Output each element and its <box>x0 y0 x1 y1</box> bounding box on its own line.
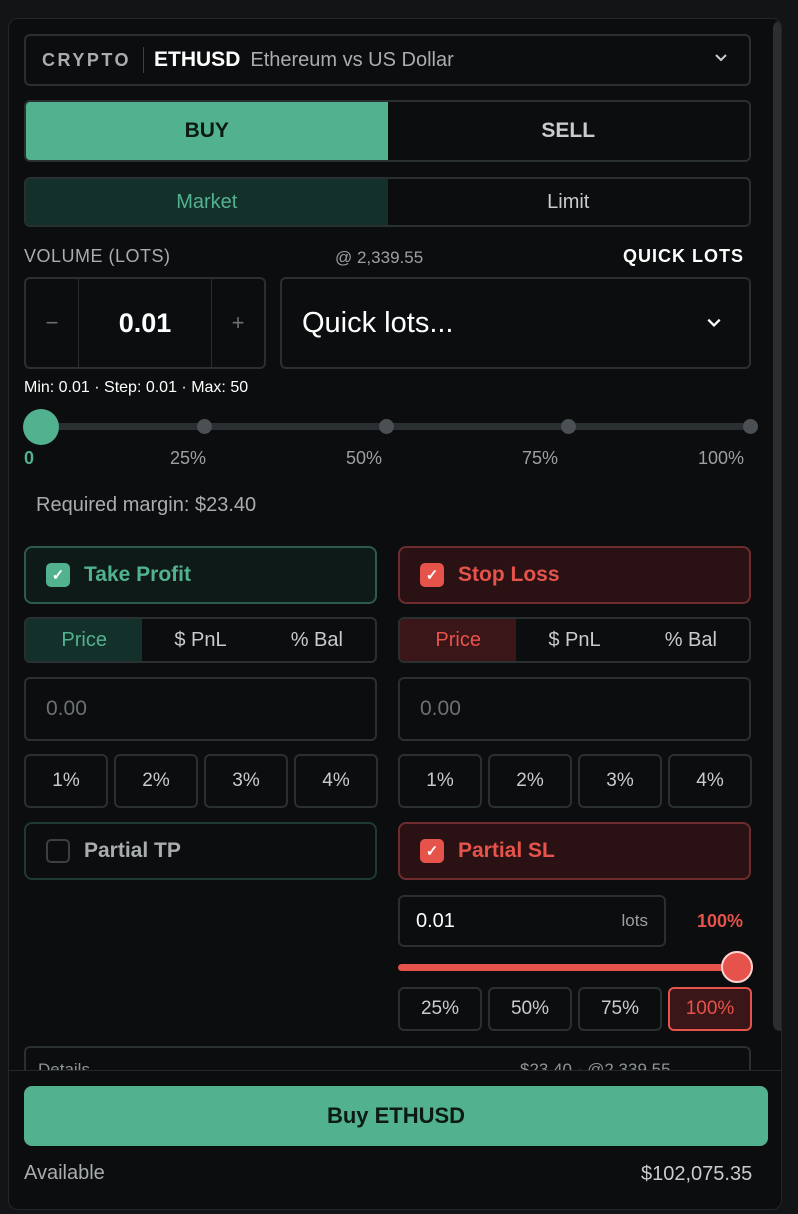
sl-mode-price[interactable]: Price <box>400 619 517 661</box>
sl-mode-bal[interactable]: % Bal <box>633 619 749 661</box>
tp-mode-price[interactable]: Price <box>26 619 143 661</box>
slider-tick-label: 100% <box>698 448 745 468</box>
take-profit-toggle[interactable]: ✓ Take Profit <box>24 546 377 604</box>
sl-price-input[interactable]: 0.00 <box>398 677 751 741</box>
partial-tp-toggle[interactable]: Partial TP <box>24 822 377 880</box>
sl-pct-button[interactable]: 2% <box>488 754 572 808</box>
buy-tab[interactable]: BUY <box>26 102 388 160</box>
slider-tick-label: 0 <box>24 448 35 468</box>
quick-lots-select[interactable]: Quick lots... <box>280 277 751 369</box>
partial-sl-slider-track[interactable] <box>398 964 738 971</box>
volume-slider-knob[interactable] <box>23 409 59 445</box>
symbol-code: ETHUSD <box>154 48 241 71</box>
tp-mode-toggle: Price $ PnL % Bal <box>24 617 377 663</box>
checkbox-unchecked-icon[interactable] <box>46 839 70 863</box>
decrement-button[interactable]: − <box>26 279 78 367</box>
sell-tab[interactable]: SELL <box>387 102 749 160</box>
available-label: Available <box>24 1162 105 1184</box>
available-balance: $102,075.35 <box>641 1163 753 1185</box>
volume-input[interactable]: 0.01 <box>78 279 212 367</box>
stop-loss-toggle[interactable]: ✓ Stop Loss <box>398 546 751 604</box>
divider <box>143 47 145 73</box>
increment-button[interactable]: + <box>212 279 264 367</box>
partial-sl-lots-value: 0.01 <box>416 909 455 932</box>
partial-sl-pct-button[interactable]: 75% <box>578 987 662 1031</box>
partial-sl-pct-button[interactable]: 25% <box>398 987 482 1031</box>
partial-sl-toggle[interactable]: ✓ Partial SL <box>398 822 751 880</box>
slider-tick-label: 50% <box>346 448 383 468</box>
partial-sl-lots-unit: lots <box>621 911 648 930</box>
volume-stepper: − 0.01 + <box>24 277 266 369</box>
sl-pct-button[interactable]: 3% <box>578 754 662 808</box>
partial-sl-lots-input[interactable]: 0.01 lots <box>398 895 666 947</box>
slider-step-dot[interactable] <box>561 419 576 434</box>
checkbox-checked-icon[interactable]: ✓ <box>420 839 444 863</box>
partial-sl-label: Partial SL <box>458 839 555 862</box>
partial-sl-pct: 100% <box>697 911 744 931</box>
chevron-down-icon <box>706 314 722 334</box>
checkbox-checked-icon[interactable]: ✓ <box>46 563 70 587</box>
order-panel: CRYPTO ETHUSD Ethereum vs US Dollar BUY … <box>8 18 782 1210</box>
checkbox-checked-icon[interactable]: ✓ <box>420 563 444 587</box>
market-tab[interactable]: Market <box>26 179 388 225</box>
scrollbar[interactable] <box>773 21 781 1031</box>
chevron-down-icon <box>714 50 728 68</box>
tp-price-input[interactable]: 0.00 <box>24 677 377 741</box>
tp-mode-bal[interactable]: % Bal <box>259 619 375 661</box>
sl-pct-button[interactable]: 1% <box>398 754 482 808</box>
stop-loss-label: Stop Loss <box>458 563 560 586</box>
limit-tab[interactable]: Limit <box>388 179 750 225</box>
sl-mode-toggle: Price $ PnL % Bal <box>398 617 751 663</box>
sl-mode-pnl[interactable]: $ PnL <box>516 619 632 661</box>
symbol-category: CRYPTO <box>42 49 132 70</box>
tp-mode-pnl[interactable]: $ PnL <box>142 619 258 661</box>
volume-label: VOLUME (LOTS) <box>24 246 171 266</box>
side-toggle: BUY SELL <box>24 100 751 162</box>
submit-buy-button[interactable]: Buy ETHUSD <box>24 1086 768 1146</box>
take-profit-label: Take Profit <box>84 563 191 586</box>
volume-range-info: Min: 0.01 · Step: 0.01 · Max: 50 <box>24 379 249 396</box>
partial-sl-slider-knob[interactable] <box>721 951 753 983</box>
tp-pct-button[interactable]: 3% <box>204 754 288 808</box>
partial-tp-label: Partial TP <box>84 839 181 862</box>
volume-price: @ 2,339.55 <box>335 248 424 267</box>
quick-lots-placeholder: Quick lots... <box>302 306 454 339</box>
tp-pct-button[interactable]: 2% <box>114 754 198 808</box>
partial-sl-pct-button-selected[interactable]: 100% <box>668 987 752 1031</box>
slider-step-dot[interactable] <box>743 419 758 434</box>
quick-lots-title: QUICK LOTS <box>623 246 744 266</box>
slider-tick-label: 75% <box>522 448 559 468</box>
sl-pct-button[interactable]: 4% <box>668 754 752 808</box>
partial-sl-pct-button[interactable]: 50% <box>488 987 572 1031</box>
slider-step-dot[interactable] <box>379 419 394 434</box>
symbol-selector[interactable]: CRYPTO ETHUSD Ethereum vs US Dollar <box>24 34 751 86</box>
slider-step-dot[interactable] <box>197 419 212 434</box>
symbol-description: Ethereum vs US Dollar <box>250 48 454 71</box>
order-type-toggle: Market Limit <box>24 177 751 227</box>
slider-tick-label: 25% <box>170 448 207 468</box>
tp-pct-button[interactable]: 4% <box>294 754 378 808</box>
tp-pct-button[interactable]: 1% <box>24 754 108 808</box>
required-margin: Required margin: $23.40 <box>36 494 257 516</box>
